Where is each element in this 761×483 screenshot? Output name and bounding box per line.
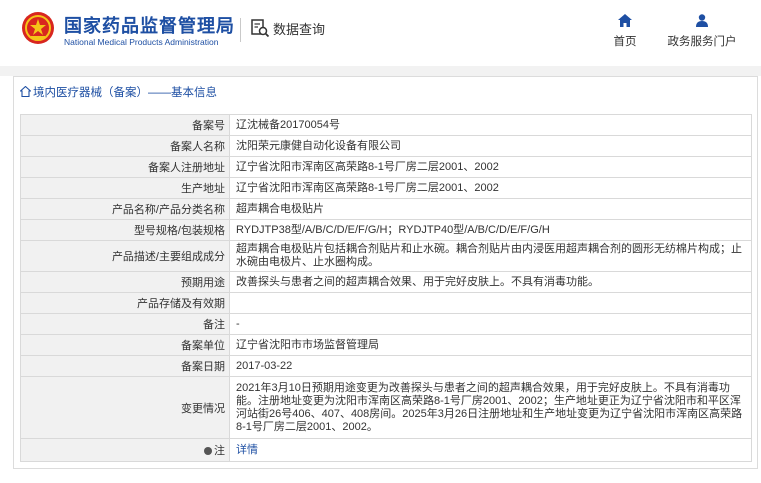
row-label: 预期用途 [20,271,230,293]
table-row: 产品描述/主要组成成分 超声耦合电极贴片包括耦合剂贴片和止水碗。耦合剂贴片由内浸… [20,240,752,272]
detail-panel: 境内医疗器械（备案）——基本信息 备案号 辽沈械备20170054号 备案人名称… [13,76,758,469]
row-value: 辽沈械备20170054号 [229,114,752,136]
note-label-cell: 注 [20,438,230,462]
breadcrumb-home-icon [20,86,31,97]
table-row: 备注 - [20,313,752,335]
row-label: 生产地址 [20,177,230,199]
row-value: 辽宁省沈阳市浑南区高荣路8-1号厂房二层2001、2002 [229,177,752,199]
table-row: 备案人注册地址 辽宁省沈阳市浑南区高荣路8-1号厂房二层2001、2002 [20,156,752,178]
breadcrumb[interactable]: 境内医疗器械（备案）——基本信息 [14,77,757,106]
row-label: 备案号 [20,114,230,136]
row-value: 超声耦合电极贴片包括耦合剂贴片和止水碗。耦合剂贴片由内浸医用超声耦合剂的圆形无纺… [229,240,752,272]
table-row: 产品名称/产品分类名称 超声耦合电极贴片 [20,198,752,220]
row-value: 辽宁省沈阳市市场监督管理局 [229,334,752,356]
table-row: 变更情况 2021年3月10日预期用途变更为改善探头与患者之间的超声耦合效果，用… [20,376,752,439]
row-value: 2017-03-22 [229,355,752,377]
row-value: 辽宁省沈阳市浑南区高荣路8-1号厂房二层2001、2002 [229,156,752,178]
record-info-table: 备案号 辽沈械备20170054号 备案人名称 沈阳荣元康健自动化设备有限公司 … [20,114,752,462]
header-band [0,66,761,76]
row-value: 详情 [229,438,752,462]
row-value: - [229,313,752,335]
brand-title[interactable]: 国家药品监督管理局 [64,12,235,38]
row-value: 超声耦合电极贴片 [229,198,752,220]
row-value [229,292,752,314]
table-row: 备案日期 2017-03-22 [20,355,752,377]
data-query-link[interactable]: 数据查询 [250,18,325,38]
home-icon [618,14,632,27]
row-label: 备案人名称 [20,135,230,157]
row-label: 备案日期 [20,355,230,377]
data-query-label: 数据查询 [273,21,326,37]
table-row: 预期用途 改善探头与患者之间的超声耦合效果、用于完好皮肤上。不具有消毒功能。 [20,271,752,293]
row-value: 沈阳荣元康健自动化设备有限公司 [229,135,752,157]
row-label: 产品存储及有效期 [20,292,230,314]
row-label: 变更情况 [20,376,230,439]
site-header: 国家药品监督管理局 National Medical Products Admi… [0,0,761,66]
table-row: 型号规格/包装规格 RYDJTP38型/A/B/C/D/E/F/G/H；RYDJ… [20,219,752,241]
table-row: 备案单位 辽宁省沈阳市市场监督管理局 [20,334,752,356]
row-value: 2021年3月10日预期用途变更为改善探头与患者之间的超声耦合效果，用于完好皮肤… [229,376,752,439]
row-label: 备注 [20,313,230,335]
data-query-icon [251,19,270,38]
table-row: 备案号 辽沈械备20170054号 [20,114,752,136]
user-icon [696,14,708,27]
row-label: 备案人注册地址 [20,156,230,178]
brand-subtitle: National Medical Products Administration [64,37,219,47]
table-row: 注 详情 [20,438,752,462]
header-divider [240,18,241,42]
nav-portal-label: 政务服务门户 [667,36,737,48]
row-label: 产品描述/主要组成成分 [20,240,230,272]
nav-service-portal[interactable]: 政务服务门户 [660,14,744,49]
details-link[interactable]: 详情 [236,444,258,456]
row-value: RYDJTP38型/A/B/C/D/E/F/G/H；RYDJTP40型/A/B/… [229,219,752,241]
nav-home[interactable]: 首页 [610,14,640,49]
note-icon [204,447,212,456]
table-row: 备案人名称 沈阳荣元康健自动化设备有限公司 [20,135,752,157]
table-row: 生产地址 辽宁省沈阳市浑南区高荣路8-1号厂房二层2001、2002 [20,177,752,199]
row-label: 型号规格/包装规格 [20,219,230,241]
nav-home-label: 首页 [613,36,637,48]
row-value: 改善探头与患者之间的超声耦合效果、用于完好皮肤上。不具有消毒功能。 [229,271,752,293]
row-label: 注 [214,445,225,457]
national-emblem-icon [22,12,54,44]
row-label: 产品名称/产品分类名称 [20,198,230,220]
table-row: 产品存储及有效期 [20,292,752,314]
breadcrumb-text: 境内医疗器械（备案）——基本信息 [33,86,217,99]
row-label: 备案单位 [20,334,230,356]
